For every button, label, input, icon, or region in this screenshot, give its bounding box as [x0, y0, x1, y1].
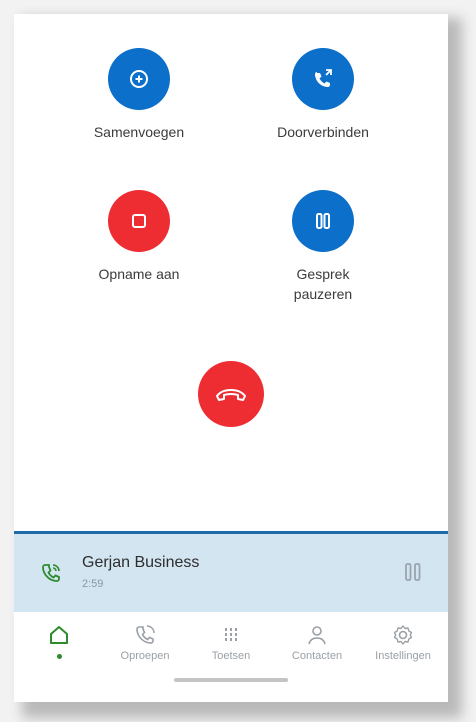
record-label: Opname aan [98, 266, 180, 282]
record-action[interactable]: Opname aan [54, 190, 224, 284]
call-screen: Samenvoegen Doorverbinden Opname aan Ges… [14, 14, 448, 702]
bottom-nav: Oproepen Toetsen Contacten Instellingen [14, 612, 448, 702]
hold-action[interactable]: Gesprek pauzeren [238, 190, 408, 304]
merge-icon [130, 70, 148, 88]
contacts-icon [274, 622, 360, 648]
hold-label: Gesprek pauzeren [238, 264, 408, 304]
call-actions: Samenvoegen Doorverbinden Opname aan Ges… [14, 14, 448, 534]
transfer-button[interactable] [292, 48, 354, 110]
keypad-icon [188, 622, 274, 648]
active-call-name: Gerjan Business [82, 554, 200, 571]
hold-button[interactable] [292, 190, 354, 252]
hold-label-line1: Gesprek [296, 266, 350, 282]
record-stop-icon [132, 214, 146, 228]
record-button[interactable] [108, 190, 170, 252]
nav-item-calls[interactable]: Oproepen [102, 622, 188, 662]
transfer-label: Doorverbinden [277, 124, 369, 140]
hangup-button[interactable] [198, 361, 264, 427]
home-icon [16, 622, 102, 648]
calls-icon [102, 622, 188, 648]
nav-keypad-label: Toetsen [211, 650, 251, 662]
phone-transfer-icon [315, 69, 332, 87]
active-call-bar[interactable]: Gerjan Business 2:59 [14, 531, 448, 612]
home-indicator [174, 678, 288, 682]
hold-label-line2: pauzeren [293, 286, 353, 302]
nav-contacts-label: Contacten [291, 650, 343, 662]
active-call-duration: 2:59 [82, 578, 104, 590]
merge-action[interactable]: Samenvoegen [54, 48, 224, 142]
nav-item-keypad[interactable]: Toetsen [188, 622, 274, 662]
transfer-action[interactable]: Doorverbinden [238, 48, 408, 142]
active-call-phone-icon [40, 562, 62, 589]
gear-icon [360, 622, 446, 648]
nav-item-settings[interactable]: Instellingen [360, 622, 446, 662]
nav-settings-label: Instellingen [375, 650, 431, 662]
nav-item-contacts[interactable]: Contacten [274, 622, 360, 662]
nav-item-home[interactable] [16, 622, 102, 659]
merge-button[interactable] [108, 48, 170, 110]
active-call-pause-icon[interactable] [404, 562, 422, 587]
hangup-icon [216, 389, 246, 401]
merge-label: Samenvoegen [93, 124, 185, 140]
nav-calls-label: Oproepen [120, 650, 170, 662]
pause-icon [316, 213, 330, 229]
nav-active-dot [56, 654, 62, 659]
